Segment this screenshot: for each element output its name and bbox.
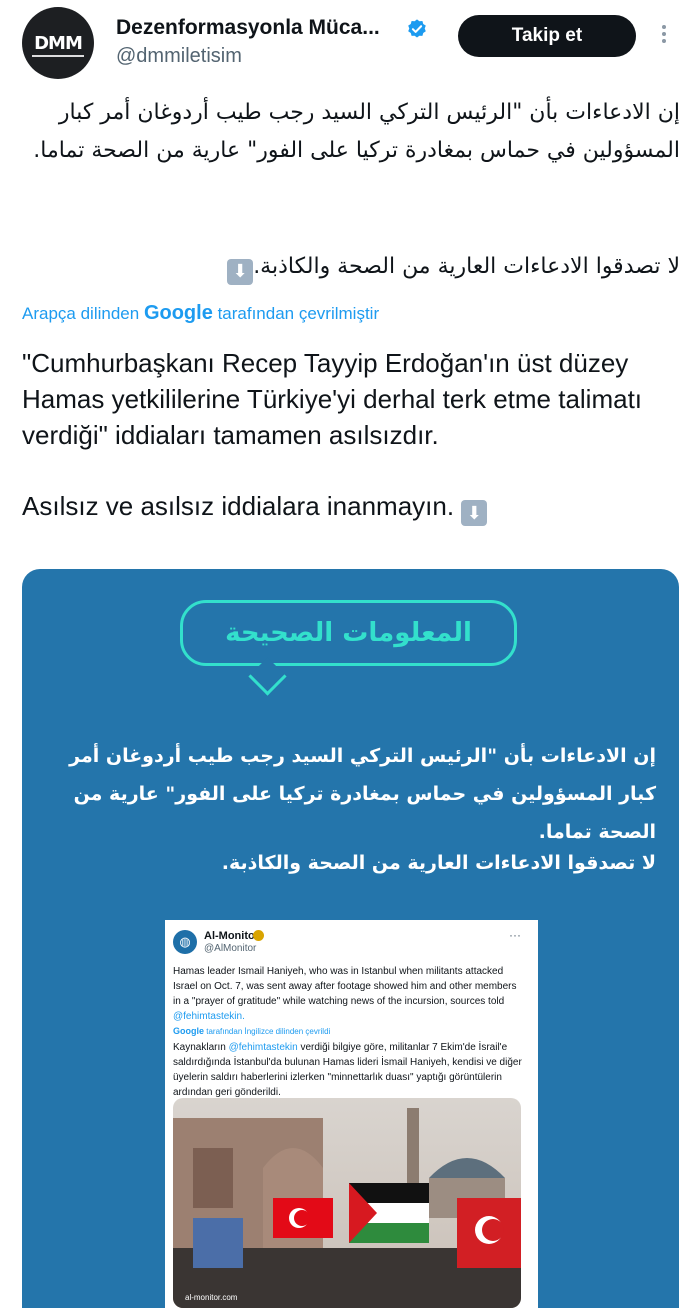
translation-prefix: Arapça dilinden (22, 304, 140, 323)
embed-translation-note: Google tarafından İngilizce dilinden çev… (173, 1026, 330, 1036)
display-name[interactable]: Dezenformasyonla Müca... (116, 16, 380, 40)
card-text-arabic-2: لا تصدقوا الادعاءات العارية من الصحة وال… (221, 852, 656, 874)
avatar[interactable]: DMM (22, 7, 94, 79)
card-text-arabic: إن الادعاءات بأن "الرئيس التركي السيد رج… (69, 745, 656, 843)
tweet-text-arabic: إن الادعاءات بأن "الرئيس التركي السيد رج… (33, 100, 680, 163)
embed-text-turkish-a: Kaynakların (173, 1042, 229, 1053)
globe-icon: ◍ (173, 930, 197, 954)
embed-google-text: Google (173, 1026, 204, 1036)
down-arrow-icon: ⬇ (227, 259, 254, 285)
embed-display-name: Al-Monitor (204, 930, 259, 942)
avatar-logo-bar (32, 55, 84, 57)
translation-suffix: tarafından çevrilmiştir (217, 304, 380, 323)
avatar-logo: DMM (34, 32, 83, 54)
photo-caption: al-monitor.com (185, 1293, 238, 1302)
tweet-text-arabic-2-text: لا تصدقوا الادعاءات العارية من الصحة وال… (253, 254, 680, 279)
tweet-text-arabic-2: لا تصدقوا الادعاءات العارية من الصحة وال… (20, 248, 680, 286)
tweet-media-image[interactable]: المعلومات الصحيحة إن الادعاءات بأن "الرئ… (22, 569, 679, 1308)
embed-mention-link: @fehimtastekin. (173, 1011, 245, 1022)
more-options-icon[interactable] (656, 22, 672, 52)
verified-badge-icon (408, 19, 426, 38)
google-logo-text: Google (143, 302, 213, 324)
embed-photo: al-monitor.com (173, 1098, 521, 1308)
embed-text-turkish: Kaynakların @fehimtastekin verdiği bilgi… (173, 1040, 525, 1100)
embed-text-english-body: Hamas leader Ismail Haniyeh, who was in … (173, 966, 517, 1007)
translation-attribution[interactable]: Arapça dilinden Google tarafından çevril… (22, 302, 379, 325)
tweet-text-translated-2-text: Asılsız ve asılsız iddialara inanmayın. (22, 491, 455, 521)
info-bubble: المعلومات الصحيحة (180, 600, 517, 666)
follow-button[interactable]: Takip et (458, 15, 636, 57)
embed-translation-note-text: tarafından İngilizce dilinden çevrildi (206, 1027, 331, 1036)
embed-verified-icon (253, 930, 264, 941)
embed-mention-link-2: @fehimtastekin (228, 1042, 298, 1053)
tweet-header: DMM Dezenformasyonla Müca... @dmmiletisi… (0, 0, 700, 86)
tweet-text-translated-2: Asılsız ve asılsız iddialara inanmayın. … (22, 488, 672, 526)
embed-more-icon: ··· (509, 928, 521, 942)
protest-photo-illustration (173, 1098, 521, 1308)
tweet-text-translated: "Cumhurbaşkanı Recep Tayyip Erdoğan'ın ü… (22, 348, 643, 450)
down-arrow-icon: ⬇ (461, 500, 488, 526)
embed-handle: @AlMonitor (204, 943, 257, 954)
account-handle[interactable]: @dmmiletisim (116, 45, 242, 68)
embedded-tweet-screenshot: ◍ Al-Monitor @AlMonitor ··· Hamas leader… (165, 920, 538, 1308)
embed-text-english: Hamas leader Ismail Haniyeh, who was in … (173, 964, 525, 1024)
